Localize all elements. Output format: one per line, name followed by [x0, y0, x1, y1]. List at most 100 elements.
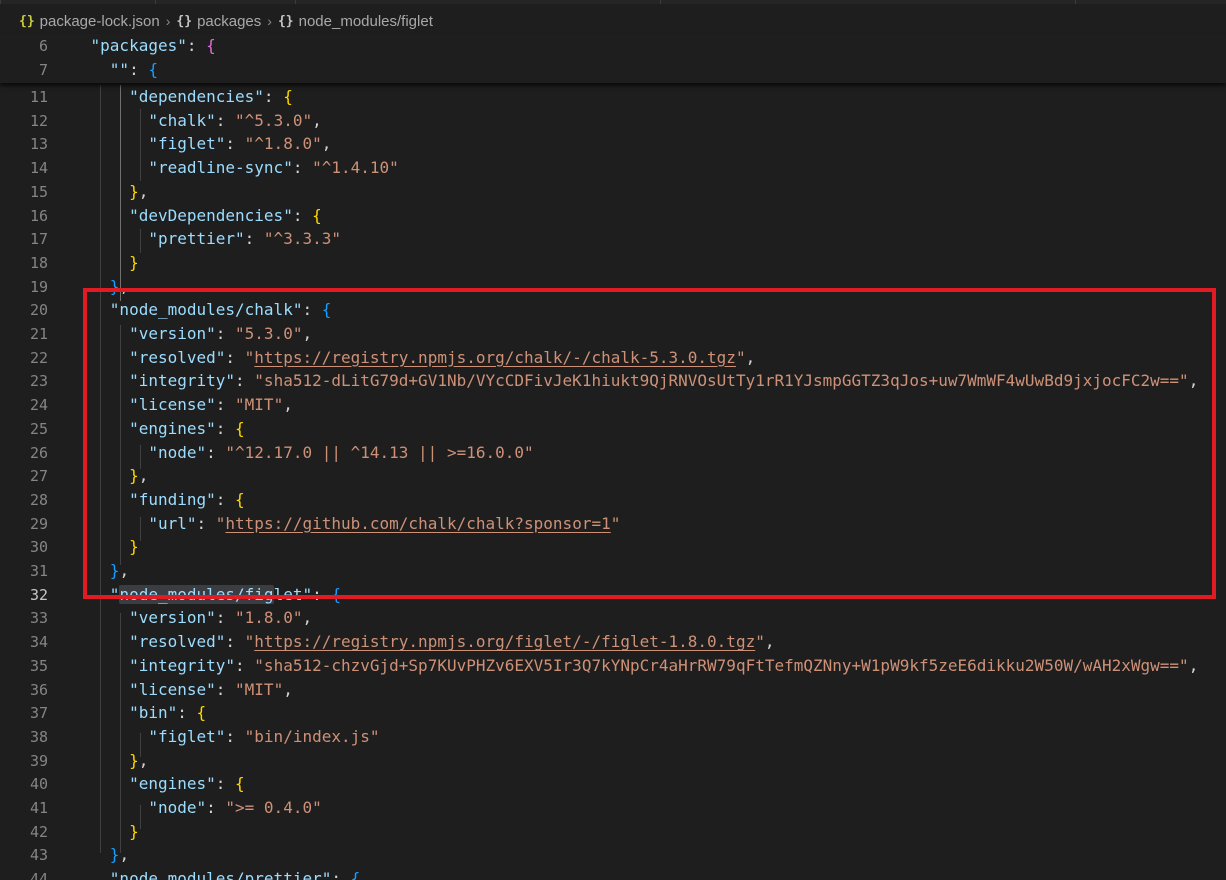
code-token: "devDependencies" — [129, 205, 293, 225]
code-text: "": { — [52, 58, 158, 82]
code-line[interactable]: 31 }, — [0, 559, 1226, 583]
code-line[interactable]: 20 "node_modules/chalk": { — [0, 298, 1226, 322]
breadcrumb-packages[interactable]: {} packages — [176, 13, 261, 30]
line-number: 40 — [29, 775, 48, 794]
code-line[interactable]: 19 }, — [0, 275, 1226, 299]
code-line[interactable]: 41 "node": ">= 0.4.0" — [0, 796, 1226, 820]
line-number: 24 — [29, 396, 48, 415]
code-line[interactable]: 44 "node_modules/prettier": { — [0, 867, 1226, 880]
code-line[interactable]: 14 "readline-sync": "^1.4.10" — [0, 156, 1226, 180]
code-token: "^12.17.0 || ^14.13 || >=16.0.0" — [225, 442, 534, 462]
code-token: "dependencies" — [129, 87, 264, 106]
code-token: ">= 0.4.0" — [225, 798, 322, 817]
code-token: "resolved" — [129, 347, 226, 367]
code-token: { — [196, 703, 207, 723]
code-line[interactable]: 13 "figlet": "^1.8.0", — [0, 132, 1226, 156]
code-text: "integrity": "sha512-dLitG79d+GV1Nb/VYcC… — [52, 369, 1198, 393]
line-number: 43 — [29, 846, 48, 865]
code-line[interactable]: 18 } — [0, 251, 1226, 275]
code-line[interactable]: 34 "resolved": "https://registry.npmjs.o… — [0, 630, 1226, 654]
code-line[interactable]: 22 "resolved": "https://registry.npmjs.o… — [0, 346, 1226, 370]
code-token: { — [312, 205, 322, 225]
code-token: : — [196, 513, 216, 533]
line-number: 34 — [29, 633, 48, 652]
code-token: "version" — [129, 324, 216, 343]
code-line[interactable]: 27 }, — [0, 464, 1226, 488]
code-token: let" — [273, 584, 313, 604]
code-line[interactable]: 38 "figlet": "bin/index.js" — [0, 725, 1226, 749]
code-line[interactable]: 12 "chalk": "^5.3.0", — [0, 109, 1226, 133]
code-token: : — [292, 158, 313, 178]
line-number: 23 — [29, 372, 48, 391]
tab-strip-edge — [0, 0, 1226, 4]
code-token: "^3.3.3" — [263, 229, 341, 249]
code-text: }, — [52, 559, 129, 583]
code-line[interactable]: 16 "devDependencies": { — [0, 204, 1226, 228]
code-token: , — [138, 466, 149, 486]
json-file-icon: {} — [19, 13, 35, 29]
breadcrumb-figlet-label: node_modules/figlet — [298, 12, 433, 30]
breadcrumb-figlet[interactable]: {} node_modules/figlet — [278, 13, 433, 30]
code-text: "version": "5.3.0", — [52, 322, 312, 346]
code-token: : — [235, 655, 255, 675]
object-icon: {} — [277, 13, 294, 29]
code-line[interactable]: 32 "node_modules/figlet": { — [0, 583, 1226, 607]
code-token: : — [225, 632, 245, 652]
code-line[interactable]: 7 "": { — [0, 58, 1226, 82]
code-line[interactable]: 43 }, — [0, 843, 1226, 867]
code-line[interactable]: 29 "url": "https://github.com/chalk/chal… — [0, 512, 1226, 536]
code-line[interactable]: 11 "dependencies": { — [0, 85, 1226, 109]
code-token: "bin" — [129, 703, 178, 723]
code-token: "sha512-dLitG79d+GV1Nb/VYcCDFivJeK1hiukt… — [254, 371, 1189, 391]
code-token: "^1.4.10" — [312, 158, 399, 178]
code-line[interactable]: 37 "bin": { — [0, 701, 1226, 725]
code-line[interactable]: 42 } — [0, 820, 1226, 844]
code-line[interactable]: 15 }, — [0, 180, 1226, 204]
code-line[interactable]: 28 "funding": { — [0, 488, 1226, 512]
code-line[interactable]: 25 "engines": { — [0, 417, 1226, 441]
code-text: "readline-sync": "^1.4.10" — [52, 156, 399, 180]
code-line[interactable]: 26 "node": "^12.17.0 || ^14.13 || >=16.0… — [0, 441, 1226, 465]
line-number: 37 — [29, 704, 48, 723]
code-line[interactable]: 30 } — [0, 535, 1226, 559]
code-token: " — [109, 584, 120, 604]
code-line[interactable]: 6 "packages": { — [0, 34, 1226, 58]
code-line[interactable]: 17 "prettier": "^3.3.3" — [0, 227, 1226, 251]
code-token: : — [263, 87, 284, 106]
sticky-scroll-header[interactable]: 6 "packages": {7 "": { — [0, 34, 1226, 83]
code-line[interactable]: 39 }, — [0, 749, 1226, 773]
code-token: "figlet" — [148, 726, 226, 746]
code-token: : — [206, 798, 226, 817]
code-line[interactable]: 23 "integrity": "sha512-dLitG79d+GV1Nb/V… — [0, 369, 1226, 393]
breadcrumb-file-label: package-lock.json — [39, 12, 160, 30]
code-line[interactable]: 33 "version": "1.8.0", — [0, 606, 1226, 630]
code-line[interactable]: 35 "integrity": "sha512-chzvGjd+Sp7KUvPH… — [0, 654, 1226, 678]
code-token: "1.8.0" — [235, 608, 303, 628]
code-line[interactable]: 36 "license": "MIT", — [0, 678, 1226, 702]
code-token: : — [129, 60, 149, 79]
code-line[interactable]: 21 "version": "5.3.0", — [0, 322, 1226, 346]
code-line[interactable]: 24 "license": "MIT", — [0, 393, 1226, 417]
breadcrumb-file[interactable]: {} package-lock.json — [19, 13, 160, 30]
code-token: "5.3.0" — [235, 324, 303, 343]
line-number: 11 — [29, 88, 48, 106]
code-token: : — [225, 134, 245, 154]
code-token: : — [177, 703, 197, 723]
code-editor[interactable]: 11 "dependencies": {12 "chalk": "^5.3.0"… — [0, 85, 1226, 880]
code-token: : — [215, 395, 236, 415]
code-token: " — [244, 347, 255, 367]
line-number: 35 — [29, 656, 48, 675]
code-text: "dependencies": { — [52, 85, 293, 109]
code-text: "prettier": "^3.3.3" — [52, 227, 341, 251]
code-line[interactable]: 40 "engines": { — [0, 772, 1226, 796]
